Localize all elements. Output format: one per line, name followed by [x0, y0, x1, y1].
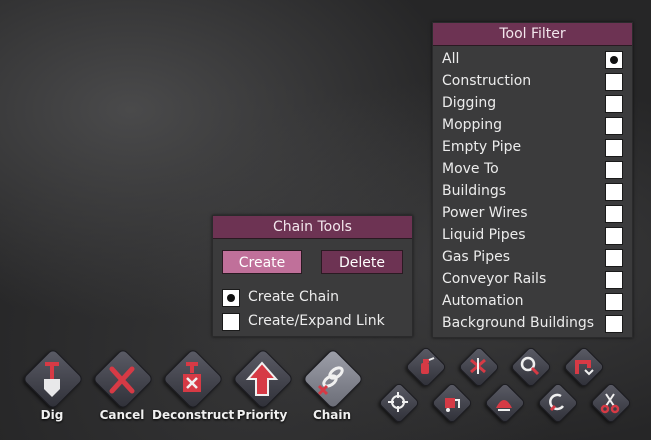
filter-radio-conveyor-rails[interactable] [605, 271, 623, 289]
tool-empty-pipe[interactable] [562, 345, 606, 389]
filter-label: Mopping [442, 117, 503, 133]
filter-radio-buildings[interactable] [605, 183, 623, 201]
filter-radio-construction[interactable] [605, 73, 623, 91]
filter-row-digging[interactable]: Digging [433, 93, 632, 115]
filter-label: Buildings [442, 183, 507, 199]
filter-row-buildings[interactable]: Buildings [433, 181, 632, 203]
scissors-icon [600, 393, 620, 414]
chain-tools-title: Chain Tools [213, 216, 412, 239]
filter-radio-mopping[interactable] [605, 117, 623, 135]
tool-capture[interactable] [430, 381, 474, 425]
tool-disinfect[interactable] [457, 345, 501, 389]
tool-filter-title: Tool Filter [433, 23, 632, 46]
capture-icon [445, 398, 460, 412]
filter-radio-automation[interactable] [605, 293, 623, 311]
filter-row-construction[interactable]: Construction [433, 71, 632, 93]
tool-chain[interactable]: Chain [301, 347, 365, 425]
filter-radio-empty-pipe[interactable] [605, 139, 623, 157]
tool-label: Deconstruct [152, 408, 235, 422]
filter-radio-liquid-pipes[interactable] [605, 227, 623, 245]
filter-label: Liquid Pipes [442, 227, 526, 243]
filter-row-liquid-pipes[interactable]: Liquid Pipes [433, 225, 632, 247]
tool-label: Priority [236, 408, 288, 422]
filter-label: Power Wires [442, 205, 528, 221]
create-button[interactable]: Create [222, 250, 302, 274]
tool-dig[interactable]: Dig [21, 347, 85, 425]
sweep-icon [520, 356, 540, 376]
empty-pipe-icon [575, 360, 594, 376]
tool-label: Dig [40, 408, 64, 422]
chain-icon [317, 366, 344, 396]
filter-label: Move To [442, 161, 499, 177]
filter-radio-background-buildings[interactable] [605, 315, 623, 333]
create-chain-radio[interactable] [222, 289, 240, 307]
attack-crosshair-icon [388, 392, 408, 412]
option-label: Create Chain [248, 289, 339, 305]
harvest-icon [496, 400, 512, 411]
tool-harvest[interactable] [483, 381, 527, 425]
tool-priority[interactable]: Priority [231, 347, 295, 425]
tool-cancel[interactable]: Cancel [91, 347, 155, 425]
tool-scissors[interactable] [589, 381, 633, 425]
filter-row-mopping[interactable]: Mopping [433, 115, 632, 137]
cancel-x-icon [109, 366, 135, 394]
tool-mop[interactable] [404, 345, 448, 389]
tool-label: Chain [312, 408, 352, 422]
shovel-icon [44, 362, 60, 397]
create-expand-link-radio[interactable] [222, 313, 240, 331]
filter-label: Background Buildings [442, 315, 595, 331]
filter-row-all[interactable]: All [433, 49, 632, 71]
tool-filter-panel: Tool Filter All Construction Digging Mop… [432, 22, 633, 338]
chain-tools-panel: Chain Tools Create Delete Create Chain C… [212, 215, 413, 337]
delete-button[interactable]: Delete [321, 250, 403, 274]
disinfect-icon [470, 358, 486, 374]
tool-deconstruct[interactable]: Deconstruct [152, 347, 234, 425]
filter-row-conveyor-rails[interactable]: Conveyor Rails [433, 269, 632, 291]
filter-label: Gas Pipes [442, 249, 510, 265]
filter-label: Digging [442, 95, 497, 111]
filter-radio-all[interactable] [605, 51, 623, 69]
filter-row-automation[interactable]: Automation [433, 291, 632, 313]
filter-radio-digging[interactable] [605, 95, 623, 113]
filter-label: Conveyor Rails [442, 271, 547, 287]
disconnect-icon [549, 393, 565, 412]
filter-row-gas-pipes[interactable]: Gas Pipes [433, 247, 632, 269]
tool-disconnect[interactable] [536, 381, 580, 425]
tool-label: Cancel [99, 408, 145, 422]
filter-label: Empty Pipe [442, 139, 522, 155]
filter-row-power-wires[interactable]: Power Wires [433, 203, 632, 225]
filter-row-move-to[interactable]: Move To [433, 159, 632, 181]
tool-sweep[interactable] [509, 345, 553, 389]
filter-label: Automation [442, 293, 524, 309]
deconstruct-icon [183, 362, 201, 392]
filter-row-empty-pipe[interactable]: Empty Pipe [433, 137, 632, 159]
filter-row-background-buildings[interactable]: Background Buildings [433, 313, 632, 335]
tool-attack[interactable] [377, 381, 421, 425]
filter-label: All [442, 51, 460, 67]
filter-radio-move-to[interactable] [605, 161, 623, 179]
filter-radio-power-wires[interactable] [605, 205, 623, 223]
option-label: Create/Expand Link [248, 313, 385, 329]
priority-arrow-icon [245, 361, 279, 396]
filter-radio-gas-pipes[interactable] [605, 249, 623, 267]
mop-spray-icon [421, 357, 435, 374]
filter-label: Construction [442, 73, 532, 89]
